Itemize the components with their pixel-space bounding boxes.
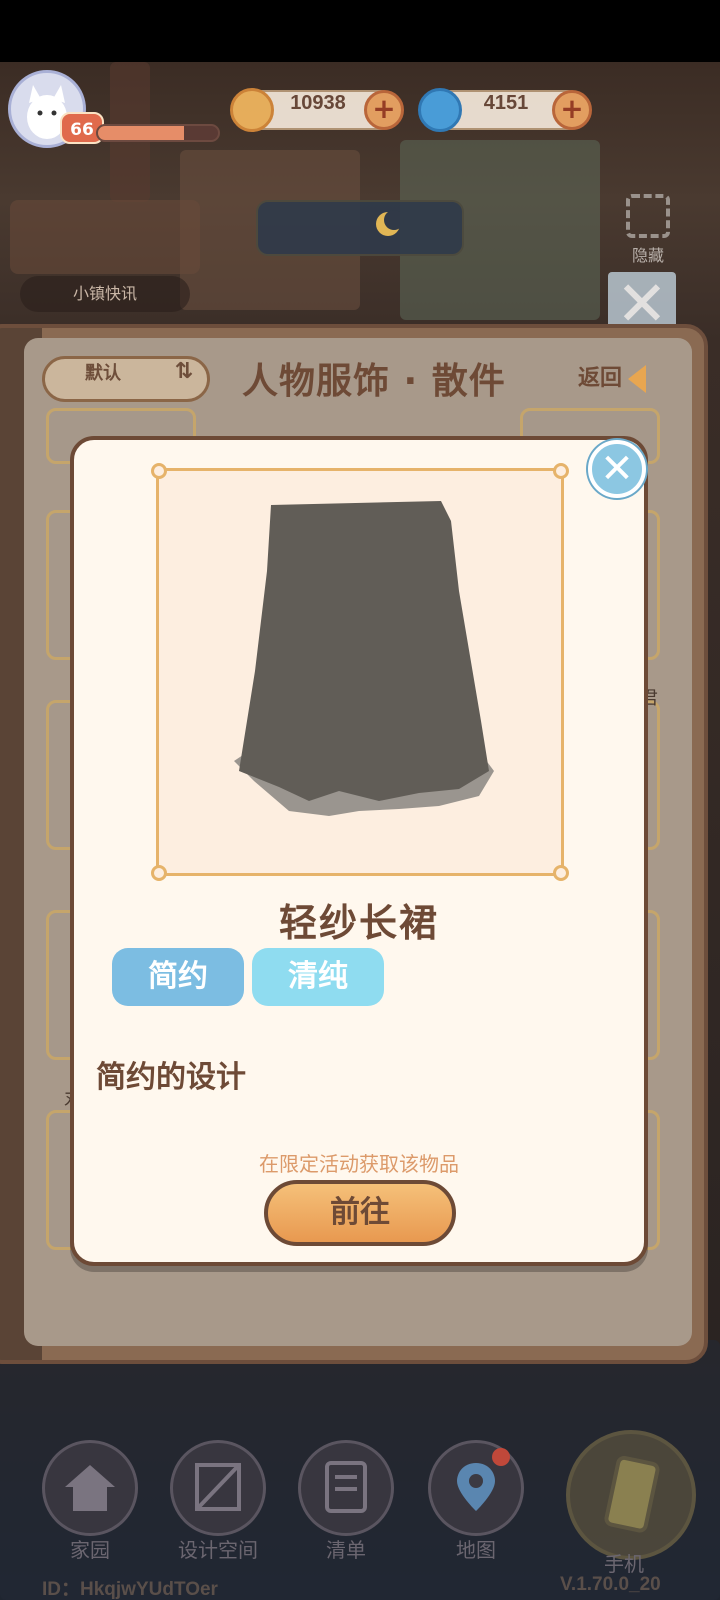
swirl-icon xyxy=(418,88,462,132)
hide-label: 隐藏 xyxy=(631,246,664,265)
nav-home[interactable] xyxy=(42,1440,138,1536)
phone-label: 手机 xyxy=(604,1552,644,1576)
coin-value: 10938 xyxy=(290,92,346,114)
skirt-image xyxy=(234,501,494,816)
coin-counter: 10938 + xyxy=(230,88,404,132)
nav-label: 地图 xyxy=(456,1538,496,1562)
phone-icon xyxy=(604,1455,660,1533)
sort-button[interactable]: 默认 ⇅ xyxy=(42,356,210,402)
nav-checklist[interactable] xyxy=(298,1440,394,1536)
hide-ui-button[interactable]: 隐藏 xyxy=(620,194,676,265)
map-pin-icon xyxy=(457,1448,510,1511)
back-label: 返回 xyxy=(578,366,623,391)
frame-corner-ornament xyxy=(151,463,167,479)
add-gem-button[interactable]: + xyxy=(552,90,592,130)
item-source-text: 在限定活动获取该物品 xyxy=(259,1152,459,1176)
news-label[interactable]: 小镇快讯 xyxy=(20,276,190,312)
style-tag: 清纯 xyxy=(252,948,384,1006)
home-icon xyxy=(65,1465,115,1511)
sort-label: 默认 xyxy=(85,363,121,384)
status-bar xyxy=(0,0,720,62)
style-tag: 简约 xyxy=(112,948,244,1006)
back-button[interactable]: 返回 xyxy=(578,360,647,396)
item-preview-frame xyxy=(151,463,569,881)
add-coin-button[interactable]: + xyxy=(364,90,404,130)
frame-corner-ornament xyxy=(553,865,569,881)
item-name: 轻纱长裙 xyxy=(278,901,439,945)
nav-label: 家园 xyxy=(70,1538,110,1562)
day-night-indicator[interactable] xyxy=(256,200,464,256)
close-icon[interactable]: ✕ xyxy=(588,440,646,498)
phone-button[interactable] xyxy=(566,1430,696,1560)
back-arrow-icon xyxy=(628,365,647,393)
coin-icon xyxy=(230,88,274,132)
gem-counter: 4151 + xyxy=(418,88,592,132)
version-label: V.1.70.0_20 xyxy=(560,1574,661,1595)
news-card[interactable] xyxy=(10,200,200,274)
xp-fill xyxy=(98,126,185,140)
gem-value: 4151 xyxy=(483,92,529,114)
sort-arrows-icon: ⇅ xyxy=(174,359,193,384)
item-description: 简约的设计 xyxy=(96,1060,246,1095)
design-space-icon xyxy=(195,1463,241,1511)
nav-design-space[interactable] xyxy=(170,1440,266,1536)
hide-frame-icon xyxy=(626,194,670,238)
xp-bar xyxy=(96,124,220,142)
nav-label: 清单 xyxy=(326,1538,366,1562)
go-button[interactable]: 前往 xyxy=(264,1180,456,1246)
nav-map[interactable] xyxy=(428,1440,524,1536)
frame-corner-ornament xyxy=(151,865,167,881)
nav-label: 设计空间 xyxy=(178,1538,258,1562)
player-id: ID：HkqjwYUdTOer xyxy=(42,1579,218,1600)
checklist-icon xyxy=(325,1461,367,1513)
frame-corner-ornament xyxy=(553,463,569,479)
panel-title: 人物服饰 · 散件 xyxy=(242,361,506,402)
moon-icon xyxy=(376,210,404,236)
